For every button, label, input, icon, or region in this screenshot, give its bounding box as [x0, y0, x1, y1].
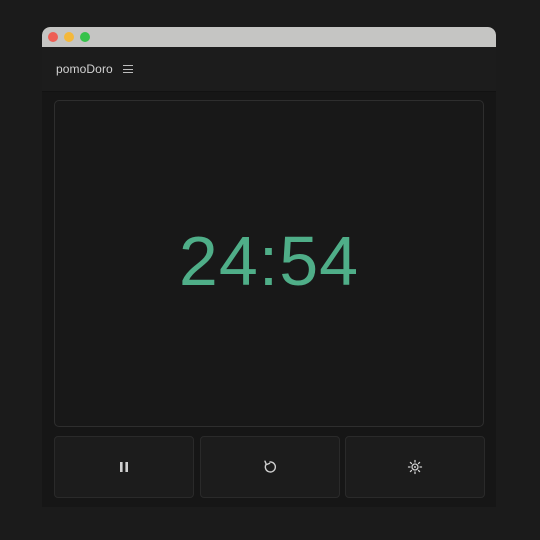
- app-title: pomoDoro: [56, 62, 113, 76]
- timer-display: 24:54: [178, 221, 360, 300]
- timer-panel: 24:54: [54, 100, 484, 427]
- close-window-button[interactable]: [48, 32, 58, 42]
- reset-button[interactable]: [199, 436, 340, 498]
- pause-button[interactable]: [54, 436, 194, 498]
- settings-button[interactable]: [345, 436, 485, 498]
- reset-icon: [263, 460, 276, 473]
- app-window: pomoDoro 24:54: [42, 27, 496, 507]
- controls-bar: [54, 436, 485, 498]
- pause-icon: [120, 462, 128, 472]
- app-header: pomoDoro: [42, 47, 496, 92]
- minimize-window-button[interactable]: [64, 32, 74, 42]
- settings-icon: [407, 459, 423, 475]
- hamburger-menu-icon[interactable]: [122, 65, 133, 73]
- maximize-window-button[interactable]: [80, 32, 90, 42]
- title-bar: [42, 27, 496, 47]
